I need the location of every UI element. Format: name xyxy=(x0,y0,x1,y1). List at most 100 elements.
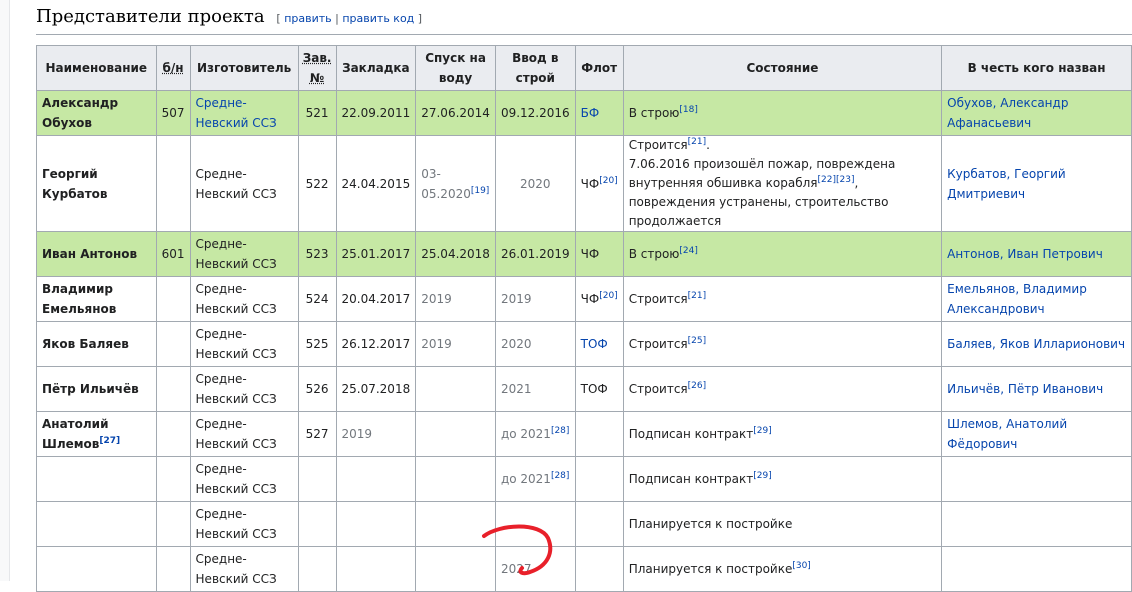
commission-date: 26.01.2019 xyxy=(494,231,576,277)
laid-date: 25.07.2018 xyxy=(335,366,417,412)
hull-number xyxy=(155,366,191,412)
ref-link[interactable]: [24] xyxy=(679,246,697,256)
status-cell: Строится[21] xyxy=(622,276,943,322)
fleet-cell xyxy=(574,411,624,457)
table-row: Средне-Невский ССЗ 2027 Планируется к по… xyxy=(36,546,1132,592)
col-name[interactable]: Наименование xyxy=(36,45,157,91)
fleet-link[interactable]: ТОФ xyxy=(574,321,624,367)
factory-number: 527 xyxy=(297,411,337,457)
ref-link[interactable]: [20] xyxy=(599,291,617,301)
edit-link[interactable]: править xyxy=(284,12,331,25)
ref-link[interactable]: [22] xyxy=(818,175,836,185)
ship-name: Анатолий Шлемов[27] xyxy=(36,411,157,457)
ref-link[interactable]: [28] xyxy=(551,471,569,481)
col-bn[interactable]: б/н xyxy=(155,45,191,91)
factory-number: 523 xyxy=(297,231,337,277)
ref-link[interactable]: [21] xyxy=(688,291,706,301)
table-row: Яков Баляев Средне-Невский ССЗ 525 26.12… xyxy=(36,321,1132,367)
factory-number: 526 xyxy=(297,366,337,412)
named-after-link[interactable]: Обухов, Александр Афанасьевич xyxy=(941,90,1132,136)
named-after-link[interactable]: Курбатов, Георгий Дмитриевич xyxy=(941,135,1132,232)
named-after-link[interactable]: Ильичёв, Пётр Иванович xyxy=(941,366,1132,412)
status-cell: Подписан контракт[29] xyxy=(622,456,943,502)
launch-date: 2019 xyxy=(415,276,496,322)
builder-name: Средне-Невский ССЗ xyxy=(189,231,299,277)
launch-date: 27.06.2014 xyxy=(415,90,496,136)
ref-link[interactable]: [28] xyxy=(551,426,569,436)
edit-separator: | xyxy=(335,12,339,25)
ref-link[interactable]: [27] xyxy=(99,436,120,446)
laid-date xyxy=(335,456,417,502)
launch-date: 03-05.2020[19] xyxy=(415,135,496,232)
builder-link[interactable]: Средне-Невский ССЗ xyxy=(189,90,299,136)
edit-bracket-open: [ xyxy=(276,12,281,25)
ref-link[interactable]: [25] xyxy=(688,336,706,346)
builder-name: Средне-Невский ССЗ xyxy=(189,411,299,457)
laid-date: 25.01.2017 xyxy=(335,231,417,277)
named-after-link[interactable]: Шлемов, Анатолий Фёдорович xyxy=(941,411,1132,457)
factory-number: 522 xyxy=(297,135,337,232)
launch-date xyxy=(415,366,496,412)
ship-name: Георгий Курбатов xyxy=(36,135,157,232)
launch-date xyxy=(415,411,496,457)
launch-date: 25.04.2018 xyxy=(415,231,496,277)
fleet-cell: ТОФ xyxy=(574,366,624,412)
factory-number xyxy=(297,456,337,502)
ref-link[interactable]: [19] xyxy=(471,186,489,196)
col-launched[interactable]: Спуск на воду xyxy=(415,45,496,91)
launch-date xyxy=(415,546,496,592)
ref-link[interactable]: [29] xyxy=(753,426,771,436)
table-row: Средне-Невский ССЗ до 2021[28] Подписан … xyxy=(36,456,1132,502)
factory-number: 525 xyxy=(297,321,337,367)
col-fleet[interactable]: Флот xyxy=(574,45,624,91)
section-heading: Представители проекта [ править | правит… xyxy=(36,6,1132,35)
launch-date xyxy=(415,501,496,547)
commission-date: 09.12.2016 xyxy=(494,90,576,136)
section-title: Представители проекта xyxy=(36,6,265,27)
hull-number xyxy=(155,501,191,547)
table-row: Владимир Емельянов Средне-Невский ССЗ 52… xyxy=(36,276,1132,322)
commission-date: 2020 xyxy=(494,321,576,367)
edit-code-link[interactable]: править код xyxy=(342,12,414,25)
laid-date: 26.12.2017 xyxy=(335,321,417,367)
ref-link[interactable]: [26] xyxy=(688,381,706,391)
ref-link[interactable]: [30] xyxy=(792,561,810,571)
builder-name: Средне-Невский ССЗ xyxy=(189,321,299,367)
col-commissioned[interactable]: Ввод в строй xyxy=(494,45,576,91)
ref-link[interactable]: [18] xyxy=(679,105,697,115)
col-status[interactable]: Состояние xyxy=(622,45,943,91)
builder-name: Средне-Невский ССЗ xyxy=(189,546,299,592)
ship-name xyxy=(36,546,157,592)
ref-link[interactable]: [21] xyxy=(688,137,706,147)
fleet-cell xyxy=(574,546,624,592)
named-after-cell xyxy=(941,456,1132,502)
ref-link[interactable]: [20] xyxy=(599,176,617,186)
factory-number: 524 xyxy=(297,276,337,322)
laid-date: 22.09.2011 xyxy=(335,90,417,136)
laid-date xyxy=(335,501,417,547)
page-left-gutter xyxy=(0,0,10,581)
col-laid-down[interactable]: Закладка xyxy=(335,45,417,91)
ref-link[interactable]: [23] xyxy=(836,175,854,185)
status-cell: В строю[24] xyxy=(622,231,943,277)
table-row: Средне-Невский ССЗ Планируется к построй… xyxy=(36,501,1132,547)
col-builder[interactable]: Изготовитель xyxy=(189,45,299,91)
ship-name xyxy=(36,456,157,502)
named-after-link[interactable]: Антонов, Иван Петрович xyxy=(941,231,1132,277)
table-row: Иван Антонов 601 Средне-Невский ССЗ 523 … xyxy=(36,231,1132,277)
col-named-after[interactable]: В честь кого назван xyxy=(941,45,1132,91)
col-factory-number[interactable]: Зав. № xyxy=(297,45,337,91)
table-row: Александр Обухов 507 Средне-Невский ССЗ … xyxy=(36,90,1132,136)
fleet-link[interactable]: БФ xyxy=(574,90,624,136)
commission-date: до 2021[28] xyxy=(494,411,576,457)
commission-date xyxy=(494,501,576,547)
builder-name: Средне-Невский ССЗ xyxy=(189,456,299,502)
ref-link[interactable]: [29] xyxy=(753,471,771,481)
ship-name xyxy=(36,501,157,547)
ship-name: Владимир Емельянов xyxy=(36,276,157,322)
named-after-link[interactable]: Емельянов, Владимир Александрович xyxy=(941,276,1132,322)
fleet-cell: ЧФ[20] xyxy=(574,135,624,232)
named-after-link[interactable]: Баляев, Яков Илларионович xyxy=(941,321,1132,367)
header-row: Наименование б/н Изготовитель Зав. № Зак… xyxy=(36,45,1132,91)
factory-number xyxy=(297,546,337,592)
